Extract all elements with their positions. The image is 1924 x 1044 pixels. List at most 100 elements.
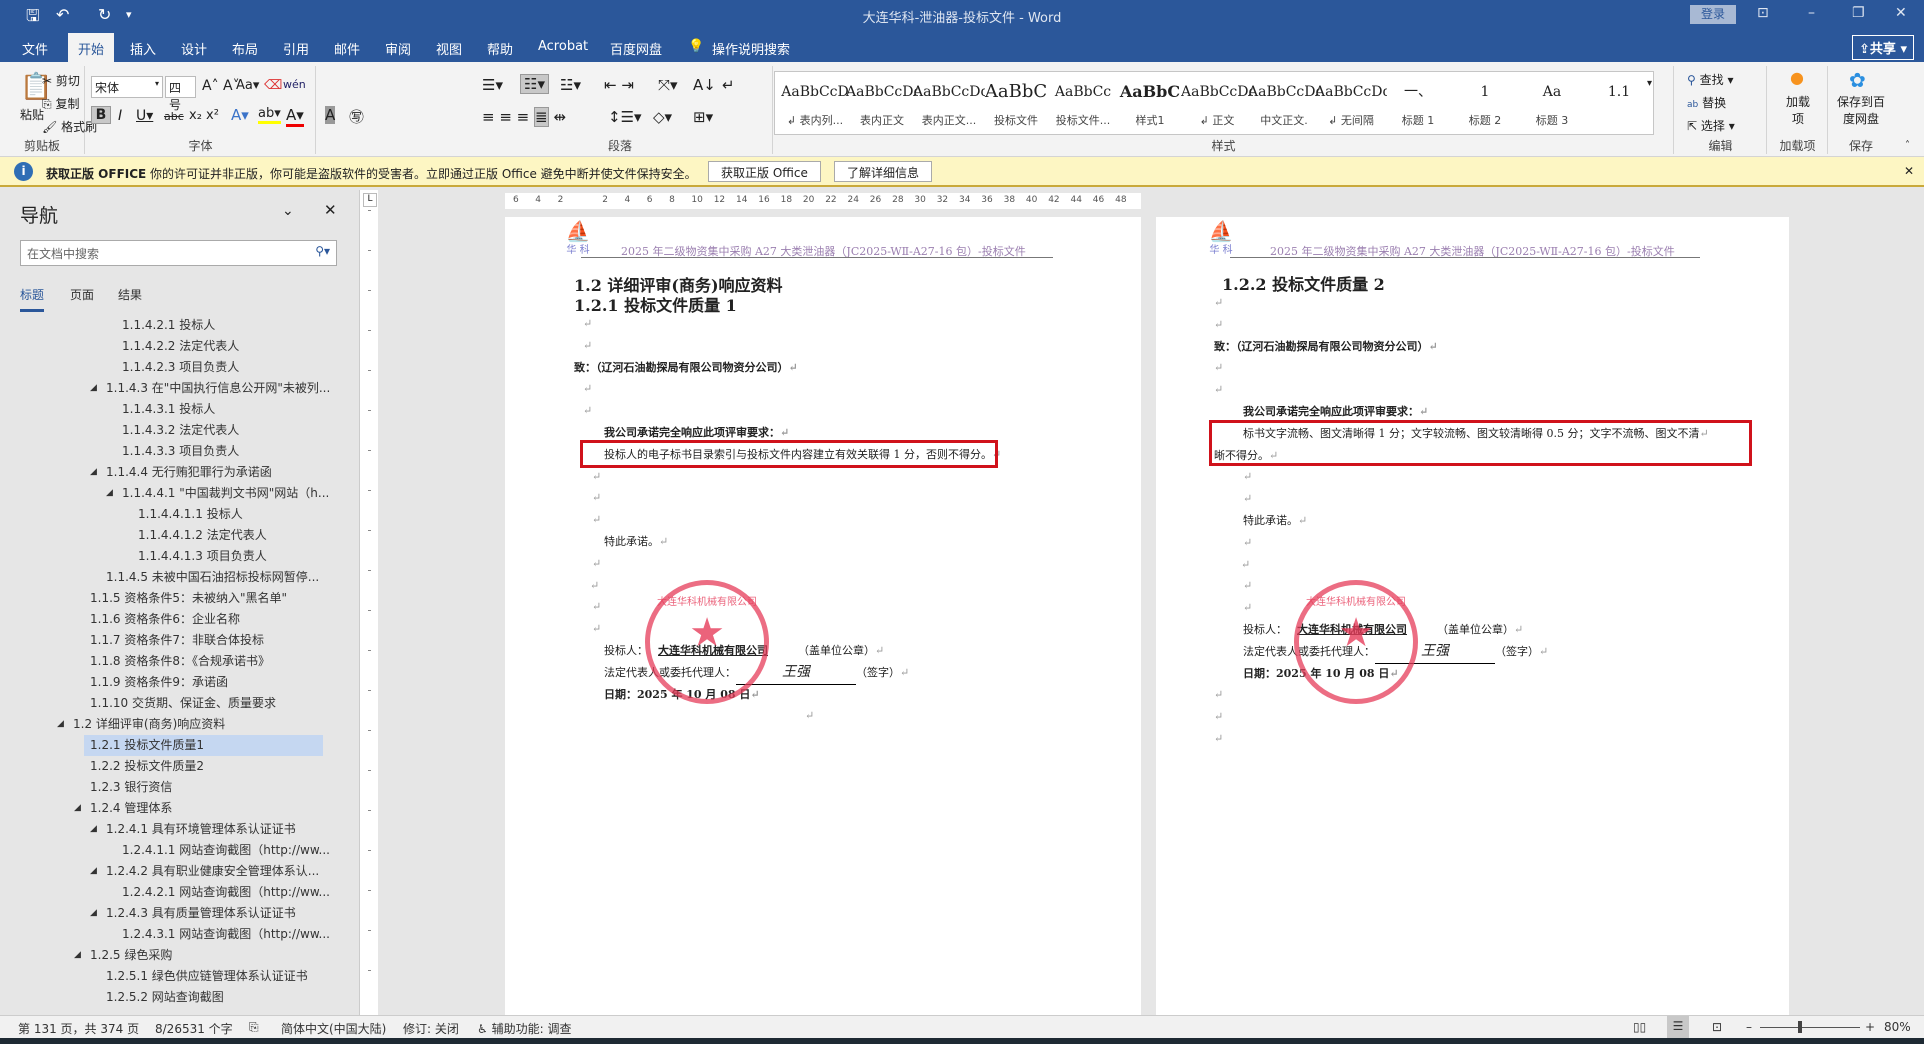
change-case-icon[interactable]: Aa▾ [236, 78, 259, 93]
style-item[interactable]: 1.1 [1583, 78, 1655, 112]
replace-button[interactable]: ab 替换 [1687, 94, 1726, 111]
nav-heading-item[interactable]: 1.2.2 投标文件质量2 [90, 756, 204, 777]
highlight-icon[interactable]: ab▾ [258, 106, 281, 124]
page-count[interactable]: 第 131 页，共 374 页 [18, 1020, 139, 1037]
style-item[interactable]: 1 标题 2 [1449, 78, 1521, 128]
style-item[interactable]: AaBbCcDd 中文正文. [1248, 78, 1320, 128]
nav-heading-item[interactable]: 1.2.4.1 具有环境管理体系认证证书 [106, 819, 296, 840]
tell-me-search[interactable]: 操作说明搜索 [712, 39, 790, 58]
font-size-select[interactable]: 四号 [165, 76, 196, 112]
document-page-1[interactable]: ⛵ 华 科 2025 年二级物资集中采购 A27 大类泄油器（JC2025-WⅡ-… [505, 217, 1141, 1015]
style-item[interactable]: AaBbCcDdI 表内正文 [846, 78, 918, 128]
proofing-icon[interactable]: ⎘ [249, 1020, 259, 1035]
nav-tab-results[interactable]: 结果 [118, 286, 142, 303]
style-item[interactable]: AaBbCcDd 表内正文... [913, 78, 985, 128]
nav-heading-item[interactable]: 1.1.5 资格条件5：未被纳入"黑名单" [90, 588, 287, 609]
read-mode-icon[interactable]: ▯▯ [1633, 1020, 1646, 1034]
strikethrough-button[interactable]: abc [164, 110, 184, 123]
tab-review[interactable]: 审阅 [385, 39, 411, 58]
underline-button[interactable]: U▾ [136, 108, 153, 124]
nav-heading-item[interactable]: 1.2.4.2.1 网站查询截图（http://ww... [122, 882, 330, 903]
document-page-2[interactable]: ⛵ 华 科 2025 年二级物资集中采购 A27 大类泄油器（JC2025-WⅡ-… [1156, 217, 1789, 1015]
indent-icons[interactable]: ⇤ ⇥ [604, 76, 634, 94]
tab-references[interactable]: 引用 [283, 39, 309, 58]
nav-heading-item[interactable]: 1.1.9 资格条件9：承诺函 [90, 672, 228, 693]
nav-heading-item[interactable]: 1.1.4.3.1 投标人 [122, 399, 215, 420]
nav-heading-item[interactable]: 1.1.4.2.2 法定代表人 [122, 336, 239, 357]
zoom-slider[interactable] [1760, 1027, 1860, 1028]
nav-heading-item[interactable]: 1.2.4 管理体系 [90, 798, 172, 819]
get-genuine-button[interactable]: 获取正版 Office [708, 161, 821, 182]
tab-insert[interactable]: 插入 [130, 39, 156, 58]
nav-heading-item[interactable]: 1.1.4.3.2 法定代表人 [122, 420, 239, 441]
word-count[interactable]: 8/26531 个字 [155, 1020, 233, 1037]
nav-heading-item[interactable]: 1.1.6 资格条件6：企业名称 [90, 609, 240, 630]
nav-heading-item[interactable]: 1.2 详细评审(商务)响应资料 [73, 714, 225, 735]
nav-tab-pages[interactable]: 页面 [70, 286, 94, 303]
styles-more-icon[interactable]: ▾ [1647, 78, 1652, 89]
style-item[interactable]: AaBbCcD ↲ 表内列... [779, 78, 851, 128]
tab-mailings[interactable]: 邮件 [334, 39, 360, 58]
tab-view[interactable]: 视图 [436, 39, 462, 58]
nav-heading-item[interactable]: 1.2.5 绿色采购 [90, 945, 172, 966]
text-direction-icon[interactable]: ⤧▾ [658, 76, 678, 94]
nav-heading-item[interactable]: 1.2.5.1 绿色供应链管理体系认证证书 [106, 966, 308, 987]
zoom-in-button[interactable]: + [1865, 1020, 1875, 1034]
text-effects-icon[interactable]: A▾ [231, 106, 249, 124]
language[interactable]: 简体中文(中国大陆) [281, 1020, 386, 1037]
close-button[interactable]: ✕ [1895, 5, 1907, 21]
expand-triangle-icon[interactable]: ◢ [106, 488, 113, 498]
nav-heading-item[interactable]: 1.1.4.3.3 项目负责人 [122, 441, 239, 462]
copy-button[interactable]: ⎘ 复制 [42, 95, 79, 112]
italic-button[interactable]: I [118, 108, 122, 124]
nav-close-icon[interactable]: ✕ [324, 201, 337, 219]
style-item[interactable]: AaBbCc 投标文件... [1047, 78, 1119, 128]
nav-heading-item[interactable]: 1.1.7 资格条件7：非联合体投标 [90, 630, 264, 651]
subscript-button[interactable]: x₂ x² [189, 108, 219, 123]
close-infobar-icon[interactable]: ✕ [1904, 164, 1914, 178]
borders-icon[interactable]: ⊞▾ [693, 108, 713, 126]
select-button[interactable]: ⇱ 选择 ▾ [1687, 117, 1735, 134]
nav-heading-item[interactable]: 1.1.4.2.3 项目负责人 [122, 357, 239, 378]
align-icons[interactable]: ≡ ≡ ≡ ≣ ⇹ [482, 107, 566, 127]
expand-triangle-icon[interactable]: ◢ [90, 908, 97, 918]
shading-icon[interactable]: ◇▾ [653, 108, 672, 126]
style-item[interactable]: AaBbC 样式1 [1114, 78, 1186, 128]
web-layout-icon[interactable]: ⊡ [1712, 1020, 1722, 1034]
horizontal-ruler[interactable]: 6 4 2 2 4 6 8 10 12 14 16 18 20 22 24 26 28 30 32 34 36 38 40 4… [505, 193, 1141, 209]
nav-heading-item[interactable]: 1.2.3 银行资信 [90, 777, 172, 798]
nav-heading-item[interactable]: 1.1.4.4.1 "中国裁判文书网"网站（h... [122, 483, 329, 504]
expand-triangle-icon[interactable]: ◢ [90, 866, 97, 876]
save-to-baidu-button[interactable]: 保存到百度网盘 [1835, 93, 1887, 127]
tab-home[interactable]: 开始 [68, 33, 115, 62]
sort-icon[interactable]: A↓ [693, 76, 716, 94]
enclose-char-icon[interactable]: ㊢ [349, 106, 364, 127]
phonetic-guide-icon[interactable]: wén [283, 78, 306, 91]
expand-triangle-icon[interactable]: ◢ [57, 719, 64, 729]
expand-triangle-icon[interactable]: ◢ [74, 803, 81, 813]
expand-triangle-icon[interactable]: ◢ [90, 824, 97, 834]
addins-button[interactable]: 加载项 [1786, 93, 1810, 127]
nav-heading-item[interactable]: 1.1.8 资格条件8：《合规承诺书》 [90, 651, 270, 672]
style-item[interactable]: 一、 标题 1 [1382, 78, 1454, 128]
print-layout-icon[interactable]: ☰ [1667, 1016, 1689, 1038]
minimize-button[interactable]: – [1808, 5, 1815, 21]
nav-options-chevron-icon[interactable]: ⌄ [282, 203, 294, 219]
clear-format-icon[interactable]: ⌫ [264, 78, 282, 93]
tab-help[interactable]: 帮助 [487, 39, 513, 58]
style-item[interactable]: Aa 标题 3 [1516, 78, 1588, 128]
share-button[interactable]: ⇪共享 ▾ [1852, 35, 1914, 60]
tab-baidu-netdisk[interactable]: 百度网盘 [610, 39, 662, 58]
zoom-level[interactable]: 80% [1884, 1020, 1911, 1034]
nav-heading-item[interactable]: 1.2.4.1.1 网站查询截图（http://ww... [122, 840, 330, 861]
tab-acrobat[interactable]: Acrobat [538, 39, 588, 54]
zoom-out-button[interactable]: – [1746, 1020, 1752, 1034]
tab-design[interactable]: 设计 [181, 39, 207, 58]
nav-heading-item[interactable]: 1.2.5.2 网站查询截图 [106, 987, 224, 1008]
expand-triangle-icon[interactable]: ◢ [90, 467, 97, 477]
track-changes[interactable]: 修订: 关闭 [403, 1020, 459, 1037]
accessibility[interactable]: ♿ 辅助功能: 调查 [477, 1020, 571, 1037]
expand-triangle-icon[interactable]: ◢ [74, 950, 81, 960]
font-name-select[interactable]: 宋体 ▾ [91, 76, 163, 98]
zoom-slider-thumb[interactable] [1798, 1021, 1802, 1033]
